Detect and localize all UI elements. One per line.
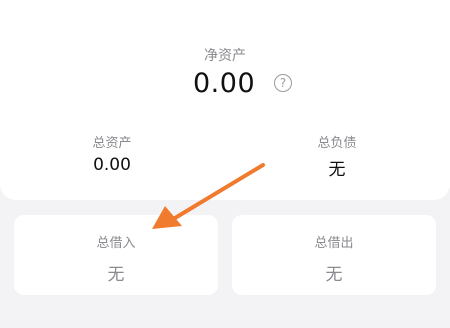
total-lent-out-value: 无 [325, 265, 343, 285]
total-assets-stat: 总资产 0.00 [52, 132, 172, 175]
total-borrowed-in-label: 总借入 [96, 236, 136, 251]
asset-summary-card: 净资产 0.00 ? 总资产 0.00 总负债 无 [0, 0, 450, 200]
question-circle-icon[interactable]: ? [274, 74, 292, 92]
total-borrowed-in-value: 无 [107, 265, 125, 285]
net-assets-label: 净资产 [204, 48, 246, 64]
total-liabilities-value: 无 [328, 160, 346, 180]
total-liabilities-label: 总负债 [317, 136, 357, 151]
total-lent-out-label: 总借出 [314, 236, 354, 251]
total-borrowed-in-tile[interactable]: 总借入 无 [14, 215, 218, 295]
net-assets-value: 0.00 [193, 68, 256, 99]
total-liabilities-stat: 总负债 无 [277, 132, 397, 180]
total-lent-out-tile[interactable]: 总借出 无 [232, 215, 436, 295]
total-assets-label: 总资产 [92, 136, 132, 151]
total-assets-value: 0.00 [93, 155, 131, 175]
